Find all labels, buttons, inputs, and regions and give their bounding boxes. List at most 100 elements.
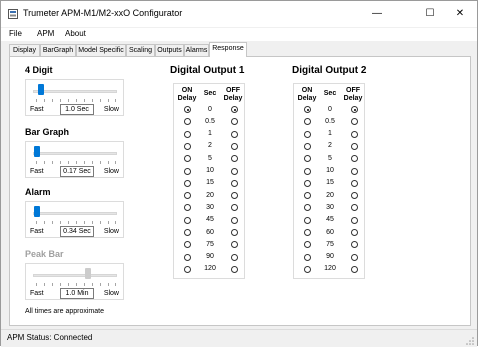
off-delay-radio[interactable] [351,253,358,261]
off-delay-radio[interactable] [231,142,238,150]
off-delay-radio[interactable] [231,253,238,261]
slider-thumb[interactable] [34,206,40,217]
slider-ticks [36,283,116,287]
on-delay-radio[interactable] [184,167,191,175]
on-delay-header: ON Delay [177,87,197,102]
off-delay-radio[interactable] [231,118,238,126]
on-delay-radio[interactable] [184,241,191,249]
bar-graph-slider[interactable]: Fast 0.17 Sec Slow [25,141,124,178]
alarm-slider[interactable]: Fast 0.34 Sec Slow [25,201,124,238]
on-delay-radio[interactable] [184,155,191,163]
alarm-value: 0.34 Sec [60,226,94,237]
off-delay-radio[interactable] [231,241,238,249]
on-delay-radio[interactable] [304,106,311,113]
sec-value: 75 [206,240,214,248]
off-delay-radio[interactable] [231,204,238,212]
off-delay-radio[interactable] [231,265,238,273]
peak-bar-value: 1.0 Min [60,288,94,299]
on-delay-radio[interactable] [184,265,191,273]
tab-display[interactable]: Display [9,44,40,56]
maximize-button[interactable]: ☐ [416,5,444,23]
four-digit-slider[interactable]: Fast 1.0 Sec Slow [25,79,124,116]
off-delay-radio[interactable] [351,192,358,200]
tab-scaling[interactable]: Scaling [126,44,155,56]
on-delay-radio[interactable] [304,204,311,212]
on-delay-radio[interactable] [304,167,311,175]
slow-label: Slow [103,168,119,175]
slider-thumb[interactable] [38,84,44,95]
off-delay-radio[interactable] [351,167,358,175]
on-delay-radio[interactable] [304,179,311,187]
off-delay-radio[interactable] [231,155,238,163]
on-delay-radio[interactable] [304,118,311,126]
sec-value: 60 [206,228,214,236]
off-delay-radio[interactable] [231,179,238,187]
tab-outputs[interactable]: Outputs [155,44,184,56]
slider-track [33,274,117,277]
off-delay-radio[interactable] [231,106,238,113]
on-delay-radio[interactable] [304,229,311,236]
sec-value: 20 [206,191,214,199]
on-delay-radio[interactable] [304,142,311,150]
off-delay-radio[interactable] [351,106,358,113]
on-delay-radio[interactable] [184,106,191,113]
on-delay-radio[interactable] [304,253,311,261]
off-delay-radio[interactable] [351,241,358,249]
off-delay-radio[interactable] [351,118,358,126]
slider-track [33,152,117,155]
on-delay-radio[interactable] [184,229,191,236]
on-delay-radio[interactable] [184,216,191,224]
on-delay-radio[interactable] [304,192,311,200]
slider-ticks [36,221,116,225]
off-delay-radio[interactable] [351,142,358,150]
sec-value: 45 [206,216,214,224]
bar-graph-title: Bar Graph [25,127,70,137]
on-delay-radio[interactable] [304,241,311,249]
status-bar: APM Status: Connected [1,329,477,347]
tab-bargraph[interactable]: BarGraph [40,44,76,56]
off-delay-radio[interactable] [351,130,358,138]
on-delay-radio[interactable] [184,118,191,126]
off-delay-radio[interactable] [351,155,358,163]
off-delay-radio[interactable] [231,130,238,138]
on-delay-radio[interactable] [304,130,311,138]
on-delay-radio[interactable] [184,142,191,150]
digital-output-2-group: ON Delay Sec OFF Delay 0 0.5 1 2 5 10 15 20 30 45… [293,83,365,279]
off-delay-radio[interactable] [351,179,358,187]
sec-value: 75 [326,240,334,248]
off-delay-radio[interactable] [231,167,238,175]
on-delay-radio[interactable] [304,265,311,273]
off-delay-radio[interactable] [351,265,358,273]
resize-grip-icon[interactable] [466,337,474,345]
menu-file[interactable]: File [9,29,22,38]
off-delay-radio[interactable] [351,229,358,236]
off-delay-radio[interactable] [351,216,358,224]
off-delay-radio[interactable] [231,192,238,200]
off-delay-radio[interactable] [351,204,358,212]
menu-about[interactable]: About [65,29,86,38]
minimize-button[interactable]: — [363,5,391,23]
app-icon [8,9,18,19]
close-button[interactable]: ✕ [446,5,474,23]
tab-response[interactable]: Response [209,42,247,57]
approx-note: All times are approximate [25,308,104,315]
on-delay-radio[interactable] [184,204,191,212]
sec-value: 90 [206,253,214,261]
menu-apm[interactable]: APM [37,29,54,38]
tab-model-specific[interactable]: Model Specific [76,44,126,56]
on-delay-radio[interactable] [304,216,311,224]
fast-label: Fast [30,168,44,175]
slow-label: Slow [103,228,119,235]
on-delay-radio[interactable] [184,253,191,261]
off-delay-radio[interactable] [231,216,238,224]
on-delay-radio[interactable] [184,179,191,187]
off-delay-radio[interactable] [231,229,238,236]
sec-value: 120 [204,265,216,273]
on-delay-radio[interactable] [304,155,311,163]
sec-value: 20 [326,191,334,199]
slider-thumb[interactable] [34,146,40,157]
on-delay-radio[interactable] [184,130,191,138]
sec-value: 2 [328,142,332,150]
on-delay-radio[interactable] [184,192,191,200]
tab-alarms[interactable]: Alarms [184,44,209,56]
